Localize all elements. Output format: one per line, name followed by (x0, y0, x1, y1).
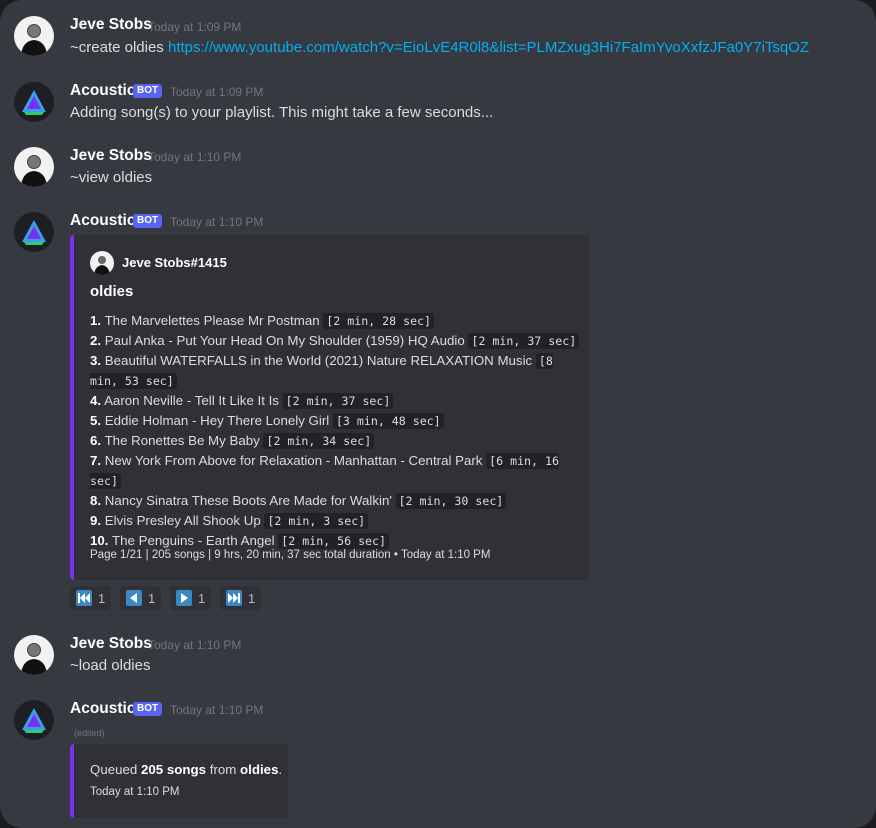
message-timestamp: Today at 1:09 PM (148, 20, 242, 34)
user-avatar[interactable] (14, 147, 54, 187)
user-avatar[interactable] (14, 635, 54, 675)
song-number: 5. (90, 413, 102, 428)
song-number: 10. (90, 533, 109, 548)
queue-text: Queued 205 songs from oldies. (90, 762, 282, 777)
command-text: ~create oldies (70, 39, 168, 56)
song-title: Beautiful WATERFALLS in the World (2021)… (104, 353, 533, 368)
song-duration: [3 min, 48 sec] (332, 413, 444, 429)
reaction-count: 1 (198, 590, 206, 606)
song-number: 2. (90, 333, 102, 348)
message-author[interactable]: Acoustic (70, 700, 135, 718)
queue-prefix: Queued (90, 762, 142, 777)
song-list-item: 10. The Penguins - Earth Angel [2 min, 5… (90, 531, 580, 551)
reaction-count: 1 (248, 590, 256, 606)
chat-window: Jeve Stobs Today at 1:09 PM ~create oldi… (0, 0, 876, 828)
embed-author-name[interactable]: Jeve Stobs#1415 (122, 255, 227, 270)
song-list-item: 8. Nancy Sinatra These Boots Are Made fo… (90, 491, 580, 511)
song-duration: [2 min, 34 sec] (263, 433, 375, 449)
song-list-item: 1. The Marvelettes Please Mr Postman [2 … (90, 311, 580, 331)
song-title: Nancy Sinatra These Boots Are Made for W… (104, 493, 392, 508)
song-title: Aaron Neville - Tell It Like It Is (104, 393, 279, 408)
user-avatar[interactable] (14, 16, 54, 56)
youtube-link[interactable]: https://www.youtube.com/watch?v=EioLvE4R… (168, 39, 809, 56)
embed-footer: Page 1/21 | 205 songs | 9 hrs, 20 min, 3… (90, 549, 490, 561)
song-title: Eddie Holman - Hey There Lonely Girl (104, 413, 330, 428)
last-page-icon (226, 590, 242, 606)
message-text: Adding song(s) to your playlist. This mi… (70, 104, 494, 121)
reaction-previous-page[interactable]: 1 (120, 586, 162, 610)
footer-separator: • (393, 549, 398, 561)
bot-avatar[interactable] (14, 212, 54, 252)
song-title: Elvis Presley All Shook Up (104, 513, 261, 528)
song-list-item: 9. Elvis Presley All Shook Up [2 min, 3 … (90, 511, 580, 531)
embed-title: oldies (90, 283, 134, 300)
song-title: The Penguins - Earth Angel (111, 533, 275, 548)
song-duration: [2 min, 37 sec] (468, 333, 580, 349)
reaction-next-page[interactable]: 1 (170, 586, 212, 610)
song-title: The Marvelettes Please Mr Postman (104, 313, 320, 328)
song-title: Paul Anka - Put Your Head On My Shoulder… (104, 333, 465, 348)
message-author[interactable]: Acoustic (70, 212, 135, 230)
song-number: 9. (90, 513, 102, 528)
reaction-first-page[interactable]: 1 (70, 586, 112, 610)
song-list-item: 7. New York From Above for Relaxation - … (90, 451, 580, 491)
bot-tag: BOT (133, 84, 163, 98)
song-list: 1. The Marvelettes Please Mr Postman [2 … (90, 311, 580, 551)
next-page-icon (176, 590, 192, 606)
song-duration: [2 min, 37 sec] (282, 393, 394, 409)
reaction-last-page[interactable]: 1 (220, 586, 262, 610)
bot-tag: BOT (133, 702, 163, 716)
song-list-item: 3. Beautiful WATERFALLS in the World (20… (90, 351, 580, 391)
song-list-item: 4. Aaron Neville - Tell It Like It Is [2… (90, 391, 580, 411)
embed-author-avatar[interactable] (90, 251, 114, 275)
bot-avatar[interactable] (14, 700, 54, 740)
song-number: 7. (90, 453, 102, 468)
song-number: 8. (90, 493, 102, 508)
queue-embed: Queued 205 songs from oldies. Today at 1… (70, 744, 288, 818)
reaction-count: 1 (98, 590, 106, 606)
song-duration: [2 min, 56 sec] (278, 533, 389, 549)
song-number: 6. (90, 433, 102, 448)
bot-avatar[interactable] (14, 82, 54, 122)
edited-label: (edited) (74, 728, 105, 738)
queue-playlist-name: oldies (240, 762, 279, 777)
footer-time: Today at 1:10 PM (400, 549, 491, 561)
song-list-item: 5. Eddie Holman - Hey There Lonely Girl … (90, 411, 580, 431)
queue-middle: from (206, 762, 241, 777)
message-timestamp: Today at 1:10 PM (148, 638, 242, 652)
message-timestamp: Today at 1:10 PM (170, 703, 264, 717)
message-timestamp: Today at 1:09 PM (170, 85, 264, 99)
previous-page-icon (126, 590, 142, 606)
song-number: 3. (90, 353, 102, 368)
song-title: New York From Above for Relaxation - Man… (104, 453, 483, 468)
song-list-item: 6. The Ronettes Be My Baby [2 min, 34 se… (90, 431, 580, 451)
playlist-embed: Jeve Stobs#1415 oldies 1. The Marvelette… (70, 235, 590, 580)
message-author[interactable]: Jeve Stobs (70, 635, 152, 653)
reaction-count: 1 (148, 590, 156, 606)
message-text: ~load oldies (70, 657, 151, 674)
message-timestamp: Today at 1:10 PM (170, 215, 264, 229)
song-list-item: 2. Paul Anka - Put Your Head On My Shoul… (90, 331, 580, 351)
song-number: 4. (90, 393, 102, 408)
song-duration: [2 min, 30 sec] (395, 493, 507, 509)
queue-footer-time: Today at 1:10 PM (90, 786, 180, 798)
song-duration: [2 min, 3 sec] (264, 513, 369, 529)
message-author[interactable]: Jeve Stobs (70, 147, 152, 165)
queue-suffix: . (278, 762, 283, 777)
song-title: The Ronettes Be My Baby (104, 433, 260, 448)
footer-info: Page 1/21 | 205 songs | 9 hrs, 20 min, 3… (90, 549, 391, 561)
message-author[interactable]: Jeve Stobs (70, 16, 152, 34)
message-text: ~create oldies https://www.youtube.com/w… (70, 39, 809, 56)
song-number: 1. (90, 313, 102, 328)
song-duration: [2 min, 28 sec] (323, 313, 435, 329)
message-text: ~view oldies (70, 169, 153, 186)
first-page-icon (76, 590, 92, 606)
queue-song-count: 205 songs (141, 762, 207, 777)
bot-tag: BOT (133, 214, 163, 228)
message-author[interactable]: Acoustic (70, 82, 135, 100)
message-timestamp: Today at 1:10 PM (148, 150, 242, 164)
